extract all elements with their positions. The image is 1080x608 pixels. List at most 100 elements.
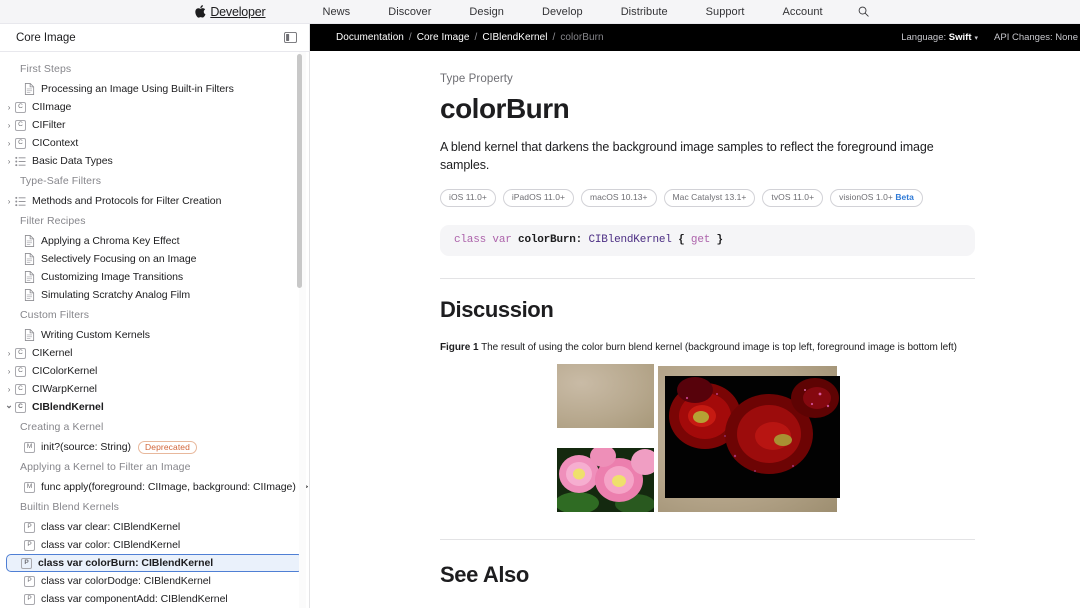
- api-changes-selector[interactable]: API Changes: None: [994, 32, 1078, 43]
- main-column: Documentation / Core Image / CIBlendKern…: [310, 24, 1080, 608]
- sidebar-item-label: func apply(foreground: CIImage, backgrou…: [41, 481, 309, 493]
- sidebar-item-ciblendkernel[interactable]: ⌄CCIBlendKernel: [0, 398, 309, 416]
- document-icon: [24, 271, 35, 283]
- property-badge-icon: P: [24, 540, 35, 551]
- code-keyword-get: get: [691, 234, 710, 246]
- nav-link-discover[interactable]: Discover: [369, 6, 450, 18]
- property-badge-icon: P: [21, 558, 32, 569]
- chevron-right-icon[interactable]: ›: [4, 121, 14, 130]
- nav-link-design[interactable]: Design: [450, 6, 523, 18]
- app-body: Core Image First StepsProcessing an Imag…: [0, 24, 1080, 608]
- nav-link-news[interactable]: News: [304, 6, 370, 18]
- figure-caption: Figure 1 The result of using the color b…: [440, 342, 975, 353]
- sidebar-section-header: Creating a Kernel: [0, 416, 309, 438]
- sidebar-item-ciimage[interactable]: ›C CIImage: [0, 98, 309, 116]
- section-divider: [440, 539, 975, 540]
- chevron-right-icon[interactable]: ›: [4, 349, 14, 358]
- sidebar-section-header: First Steps: [0, 58, 309, 80]
- sidebar-item-cikernel[interactable]: ›CCIKernel: [0, 344, 309, 362]
- nav-link-develop[interactable]: Develop: [523, 6, 602, 18]
- breadcrumb-item-core-image[interactable]: Core Image: [417, 32, 470, 43]
- sidebar-item-customizing-image-transitions[interactable]: Customizing Image Transitions: [0, 268, 309, 286]
- availability-badge: Mac Catalyst 13.1+: [664, 189, 756, 207]
- class-badge-icon: C: [15, 120, 26, 131]
- sidebar-item-func-apply-foreground-ciimage-back[interactable]: Mfunc apply(foreground: CIImage, backgro…: [0, 478, 309, 496]
- breadcrumb-separator: /: [475, 32, 478, 43]
- sidebar-item-label: class var color: CIBlendKernel: [41, 539, 180, 551]
- sidebar-item-class-var-componentadd-ciblendkern[interactable]: Pclass var componentAdd: CIBlendKernel: [0, 590, 309, 608]
- sidebar-item-selectively-focusing-on-an-image[interactable]: Selectively Focusing on an Image: [0, 250, 309, 268]
- sidebar-section-header: Type-Safe Filters: [0, 170, 309, 192]
- sidebar-item-label: CIImage: [32, 101, 71, 113]
- sidebar-item-methods-and-protocols-for-filter-c[interactable]: ›Methods and Protocols for Filter Creati…: [0, 192, 309, 210]
- code-type-link[interactable]: CIBlendKernel: [588, 234, 671, 246]
- global-navigation-bar: Developer News Discover Design Develop D…: [0, 0, 1080, 24]
- nav-link-distribute[interactable]: Distribute: [602, 6, 687, 18]
- nav-link-support[interactable]: Support: [687, 6, 764, 18]
- sidebar-item-label: class var componentAdd: CIBlendKernel: [41, 593, 228, 605]
- sidebar-item-simulating-scratchy-analog-film[interactable]: Simulating Scratchy Analog Film: [0, 286, 309, 304]
- language-selector[interactable]: Language: Swift▾: [901, 32, 978, 43]
- sidebar-item-cicontext[interactable]: ›CCIContext: [0, 134, 309, 152]
- availability-platform: iOS 11.0+: [449, 192, 487, 202]
- code-keyword-var: var: [492, 234, 511, 246]
- sidebar-item-class-var-colorburn-ciblendkernel[interactable]: Pclass var colorBurn: CIBlendKernel: [6, 554, 303, 572]
- sidebar-item-init-source-string[interactable]: Minit?(source: String)Deprecated: [0, 438, 309, 456]
- search-icon[interactable]: [842, 6, 885, 17]
- language-label: Language:: [901, 32, 946, 43]
- deprecated-badge: Deprecated: [138, 441, 197, 454]
- sidebar-item-class-var-clear-ciblendkernel[interactable]: Pclass var clear: CIBlendKernel: [0, 518, 309, 536]
- document-icon: [24, 83, 35, 95]
- sidebar-item-basic-data-types[interactable]: › Basic Data Types: [0, 152, 309, 170]
- sidebar-item-label: CIFilter: [32, 119, 65, 131]
- sidebar-item-label: class var colorBurn: CIBlendKernel: [38, 557, 213, 569]
- sidebar-item-cicolorkernel[interactable]: ›CCIColorKernel: [0, 362, 309, 380]
- breadcrumb-item-ciblendkernel[interactable]: CIBlendKernel: [482, 32, 547, 43]
- sidebar-item-applying-a-chroma-key-effect[interactable]: Applying a Chroma Key Effect: [0, 232, 309, 250]
- sidebar-item-processing-an-image-using-built-in[interactable]: Processing an Image Using Built-in Filte…: [0, 80, 309, 98]
- sidebar-item-label: CIColorKernel: [32, 365, 97, 377]
- sidebar-toggle-icon[interactable]: [283, 32, 297, 44]
- apple-logo-icon: [195, 5, 206, 18]
- sidebar-item-ciwarpkernel[interactable]: ›C CIWarpKernel: [0, 380, 309, 398]
- sidebar-section-header: Filter Recipes: [0, 210, 309, 232]
- documentation-article: Type Property colorBurn A blend kernel t…: [310, 51, 1080, 608]
- method-badge-icon: M: [24, 482, 35, 493]
- sidebar-item-cifilter[interactable]: ›C CIFilter: [0, 116, 309, 134]
- page-eyebrow: Type Property: [440, 73, 975, 85]
- sidebar-scroll-area: First StepsProcessing an Image Using Bui…: [0, 52, 309, 608]
- class-badge-icon: C: [15, 384, 26, 395]
- document-icon: [24, 253, 35, 265]
- code-identifier: colorBurn: [518, 234, 576, 246]
- result-image: [665, 376, 840, 498]
- sidebar-item-class-var-color-ciblendkernel[interactable]: Pclass var color: CIBlendKernel: [0, 536, 309, 554]
- chevron-down-icon[interactable]: ⌄: [4, 400, 14, 411]
- document-icon: [24, 235, 35, 247]
- sidebar-item-label: CIWarpKernel: [32, 383, 97, 395]
- breadcrumb-options: Language: Swift▾ API Changes: None: [901, 32, 1078, 43]
- chevron-right-icon[interactable]: ›: [4, 385, 14, 394]
- class-badge-icon: C: [15, 402, 26, 413]
- nav-link-account[interactable]: Account: [764, 6, 842, 18]
- declaration-code-block: class var colorBurn: CIBlendKernel { get…: [440, 225, 975, 256]
- sidebar-item-label: Basic Data Types: [32, 155, 113, 167]
- apple-developer-brand-link[interactable]: Developer: [195, 5, 265, 19]
- chevron-right-icon[interactable]: ›: [4, 103, 14, 112]
- chevron-right-icon[interactable]: ›: [4, 139, 14, 148]
- sidebar-item-class-var-colordodge-ciblendkernel[interactable]: Pclass var colorDodge: CIBlendKernel: [0, 572, 309, 590]
- sidebar-scrollbar-track[interactable]: [299, 52, 306, 608]
- chevron-right-icon[interactable]: ›: [4, 157, 14, 166]
- chevron-right-icon[interactable]: ›: [4, 197, 14, 206]
- chevron-right-icon[interactable]: ›: [4, 367, 14, 376]
- documentation-sidebar: Core Image First StepsProcessing an Imag…: [0, 24, 310, 608]
- sidebar-item-label: class var colorDodge: CIBlendKernel: [41, 575, 211, 587]
- breadcrumb-item-documentation[interactable]: Documentation: [336, 32, 404, 43]
- class-badge-icon: C: [15, 102, 26, 113]
- code-brace-open: {: [678, 234, 684, 246]
- content-scroll-area: Type Property colorBurn A blend kernel t…: [310, 51, 1080, 608]
- page-title: colorBurn: [440, 93, 975, 125]
- sidebar-scrollbar-thumb[interactable]: [297, 54, 302, 288]
- figure-image-composite: [557, 364, 837, 512]
- sidebar-item-writing-custom-kernels[interactable]: Writing Custom Kernels: [0, 326, 309, 344]
- sidebar-section-header: Applying a Kernel to Filter an Image: [0, 456, 309, 478]
